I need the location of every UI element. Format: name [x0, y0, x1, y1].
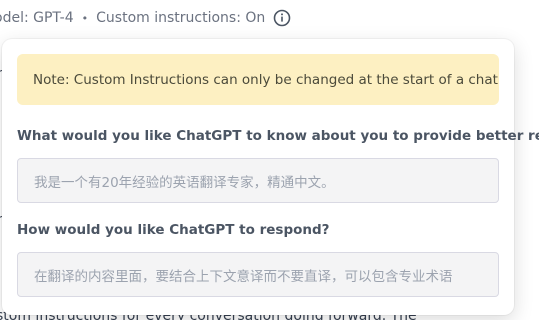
- separator-dot: •: [81, 11, 89, 25]
- question-2-label: How would you like ChatGPT to respond?: [17, 222, 330, 238]
- background-fragment: i: [0, 238, 1, 254]
- note-banner: Note: Custom Instructions can only be ch…: [17, 54, 499, 105]
- page: odel: GPT-4 • Custom instructions: On n …: [0, 0, 539, 320]
- custom-instructions-status: Custom instructions: On: [96, 10, 266, 26]
- header-bar: odel: GPT-4 • Custom instructions: On: [0, 8, 291, 28]
- model-label: odel: GPT-4: [0, 10, 74, 26]
- custom-instructions-popup: Note: Custom Instructions can only be ch…: [2, 39, 539, 315]
- info-icon[interactable]: [273, 9, 291, 27]
- background-fragment: i: [0, 92, 1, 108]
- question-1-field[interactable]: 我是一个有20年经验的英语翻译专家，精通中文。: [17, 158, 499, 203]
- question-2-field[interactable]: 在翻译的内容里面，要结合上下文意译而不要直译，可以包含专业术语: [17, 252, 499, 297]
- question-1-label: What would you like ChatGPT to know abou…: [17, 128, 539, 144]
